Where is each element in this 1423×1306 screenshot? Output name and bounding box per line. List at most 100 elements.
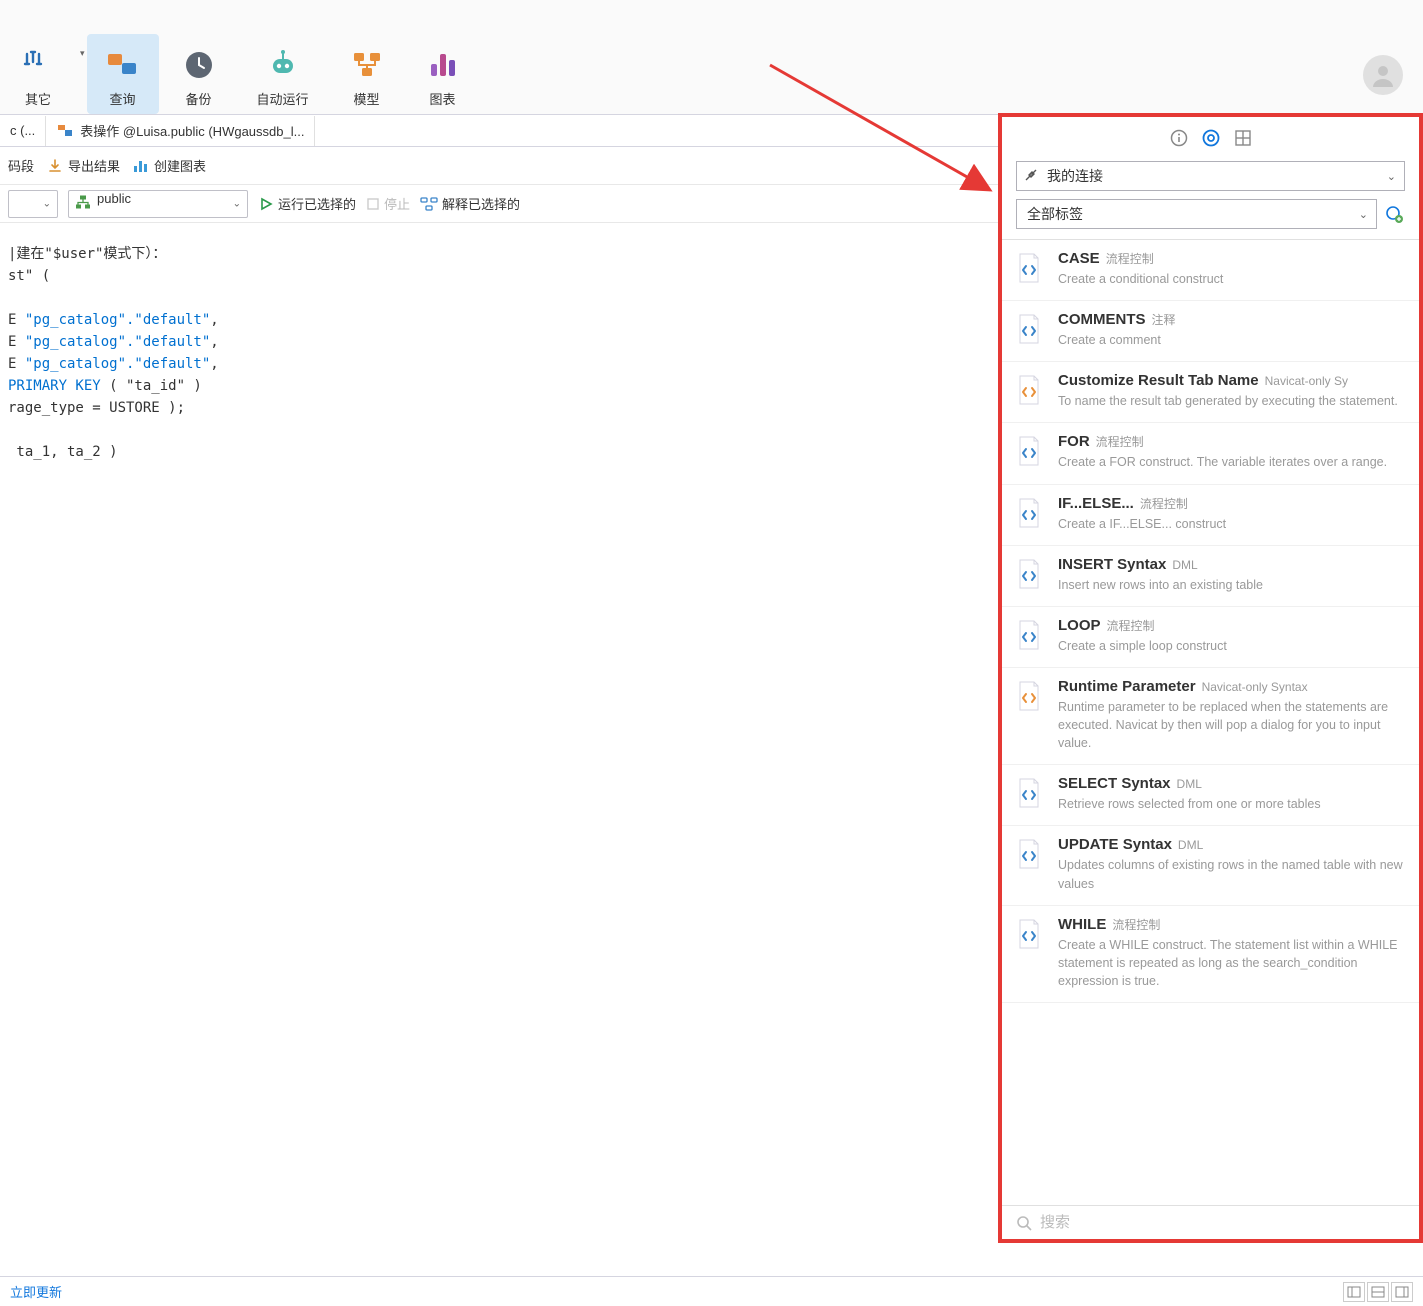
info-tab[interactable] — [1168, 127, 1190, 149]
snippet-file-icon — [1016, 252, 1044, 284]
snippet-file-icon — [1016, 918, 1044, 950]
toolbar-autorun-button[interactable]: 自动运行 — [239, 34, 327, 114]
chevron-down-icon[interactable]: ▾ — [80, 48, 85, 59]
snippet-file-icon — [1016, 680, 1044, 712]
toolbar-query-button[interactable]: 查询 — [87, 34, 159, 114]
snippet-description: Create a IF...ELSE... construct — [1058, 515, 1405, 533]
layout-1-button[interactable] — [1343, 1282, 1365, 1302]
snippet-description: Create a WHILE construct. The statement … — [1058, 936, 1405, 990]
chevron-down-icon: ⌄ — [1359, 208, 1368, 221]
snippet-file-icon — [1016, 777, 1044, 809]
snippet-description: Create a FOR construct. The variable ite… — [1058, 453, 1405, 471]
snippet-tag: DML — [1178, 838, 1203, 852]
snippet-tag: Navicat-only Sy — [1265, 374, 1348, 388]
snippet-item[interactable]: INSERT SyntaxDMLInsert new rows into an … — [1002, 546, 1419, 607]
connection-select[interactable]: 我的连接 ⌄ — [1016, 161, 1405, 191]
play-icon — [258, 196, 274, 212]
panel-mode-tabs — [1002, 117, 1419, 157]
snippet-item[interactable]: CASE流程控制Create a conditional construct — [1002, 240, 1419, 301]
snippet-file-icon — [1016, 558, 1044, 590]
snippet-file-icon — [1016, 435, 1044, 467]
snippet-item[interactable]: WHILE流程控制Create a WHILE construct. The s… — [1002, 906, 1419, 1003]
chevron-down-icon: ⌄ — [43, 198, 51, 209]
code-label: 码段 — [8, 156, 34, 175]
snippet-file-icon — [1016, 619, 1044, 651]
table-icon — [56, 122, 74, 140]
search-input[interactable] — [1040, 1214, 1405, 1231]
tab-1[interactable]: c (... — [0, 116, 46, 146]
snippets-panel: 我的连接 ⌄ 全部标签 ⌄ CASE流程控制Create a condition… — [998, 113, 1423, 1243]
snippet-title: FOR — [1058, 433, 1090, 450]
schema-icon — [75, 194, 91, 213]
chart-icon — [425, 47, 461, 83]
snippet-tag: 流程控制 — [1096, 433, 1144, 450]
snippet-description: Runtime parameter to be replaced when th… — [1058, 698, 1405, 752]
toolbar-model-button[interactable]: 模型 — [331, 34, 403, 114]
snippet-tag: 流程控制 — [1107, 617, 1155, 634]
layout-2-button[interactable] — [1367, 1282, 1389, 1302]
snippet-title: LOOP — [1058, 617, 1101, 634]
layout-3-button[interactable] — [1391, 1282, 1413, 1302]
snippet-file-icon — [1016, 838, 1044, 870]
snippets-tab[interactable] — [1200, 127, 1222, 149]
toolbar-chart-button[interactable]: 图表 — [407, 34, 479, 114]
snippet-title: CASE — [1058, 250, 1100, 267]
snippet-tag: 流程控制 — [1112, 916, 1160, 933]
snippet-title: IF...ELSE... — [1058, 495, 1134, 512]
snippet-title: Runtime Parameter — [1058, 678, 1196, 695]
tab-2-label: 表操作 @Luisa.public (HWgaussdb_l... — [80, 121, 304, 140]
panel-filters: 我的连接 ⌄ 全部标签 ⌄ — [1002, 157, 1419, 240]
query-icon — [105, 47, 141, 83]
snippet-tag: Navicat-only Syntax — [1202, 680, 1308, 694]
explain-icon — [420, 196, 438, 212]
database-select[interactable]: ⌄ — [8, 190, 58, 218]
create-chart-label: 创建图表 — [154, 156, 206, 175]
snippet-tag: DML — [1172, 558, 1197, 572]
snippet-tag: 注释 — [1152, 311, 1176, 328]
robot-icon — [265, 47, 301, 83]
snippet-item[interactable]: SELECT SyntaxDMLRetrieve rows selected f… — [1002, 765, 1419, 826]
stop-label: 停止 — [384, 194, 410, 213]
user-avatar[interactable] — [1363, 55, 1403, 95]
snippet-item[interactable]: Customize Result Tab NameNavicat-only Sy… — [1002, 362, 1419, 423]
create-chart-button[interactable]: 创建图表 — [132, 156, 206, 175]
explain-selected-button[interactable]: 解释已选择的 — [420, 194, 520, 213]
run-label: 运行已选择的 — [278, 194, 356, 213]
tag-select[interactable]: 全部标签 ⌄ — [1016, 199, 1377, 229]
snippet-tag: 流程控制 — [1140, 495, 1188, 512]
toolbar-other-button[interactable]: 其它 — [2, 34, 74, 114]
snippet-item[interactable]: LOOP 流程控制 Create a simple loop construct — [1002, 607, 1419, 668]
run-selected-button[interactable]: 运行已选择的 — [258, 194, 356, 213]
snippet-item[interactable]: FOR 流程控制 Create a FOR construct. The varia… — [1002, 423, 1419, 484]
explain-label: 解释已选择的 — [442, 194, 520, 213]
snippet-description: Create a simple loop construct — [1058, 637, 1405, 655]
snippet-title: UPDATE Syntax — [1058, 836, 1172, 853]
snippet-list[interactable]: CASE流程控制Create a conditional constructCO… — [1002, 240, 1419, 1205]
toolbar-autorun-label: 自动运行 — [257, 89, 309, 108]
toolbar-backup-button[interactable]: 备份 — [163, 34, 235, 114]
update-link[interactable]: 立即更新 — [10, 1282, 62, 1301]
snippet-description: Updates columns of existing rows in the … — [1058, 856, 1405, 892]
toolbar-other-label: 其它 — [25, 89, 51, 108]
snippet-description: Create a conditional construct — [1058, 270, 1405, 288]
schema-select[interactable]: public ⌄ — [68, 190, 248, 218]
grid-tab[interactable] — [1232, 127, 1254, 149]
snippet-description: Retrieve rows selected from one or more … — [1058, 795, 1405, 813]
snippet-item[interactable]: UPDATE Syntax DML Updates columns of exist… — [1002, 826, 1419, 905]
snippet-item[interactable]: COMMENTS注释Create a comment — [1002, 301, 1419, 362]
toolbar-model-label: 模型 — [354, 89, 380, 108]
toolbar-backup-label: 备份 — [186, 89, 212, 108]
stop-icon — [366, 197, 380, 211]
export-icon — [46, 157, 64, 175]
export-result-button[interactable]: 导出结果 — [46, 156, 120, 175]
panel-search — [1002, 1205, 1419, 1239]
code-snippet-button[interactable]: 码段 — [8, 156, 34, 175]
tab-2[interactable]: 表操作 @Luisa.public (HWgaussdb_l... — [46, 116, 315, 146]
backup-icon — [181, 47, 217, 83]
add-snippet-button[interactable] — [1383, 203, 1405, 225]
toolbar-query-label: 查询 — [110, 89, 136, 108]
snippet-item[interactable]: Runtime Parameter Navicat-only Syntax Runt… — [1002, 668, 1419, 765]
tag-label: 全部标签 — [1027, 204, 1083, 224]
snippet-item[interactable]: IF...ELSE... 流程控制 Create a IF...ELSE... co… — [1002, 485, 1419, 546]
snippet-title: SELECT Syntax — [1058, 775, 1171, 792]
